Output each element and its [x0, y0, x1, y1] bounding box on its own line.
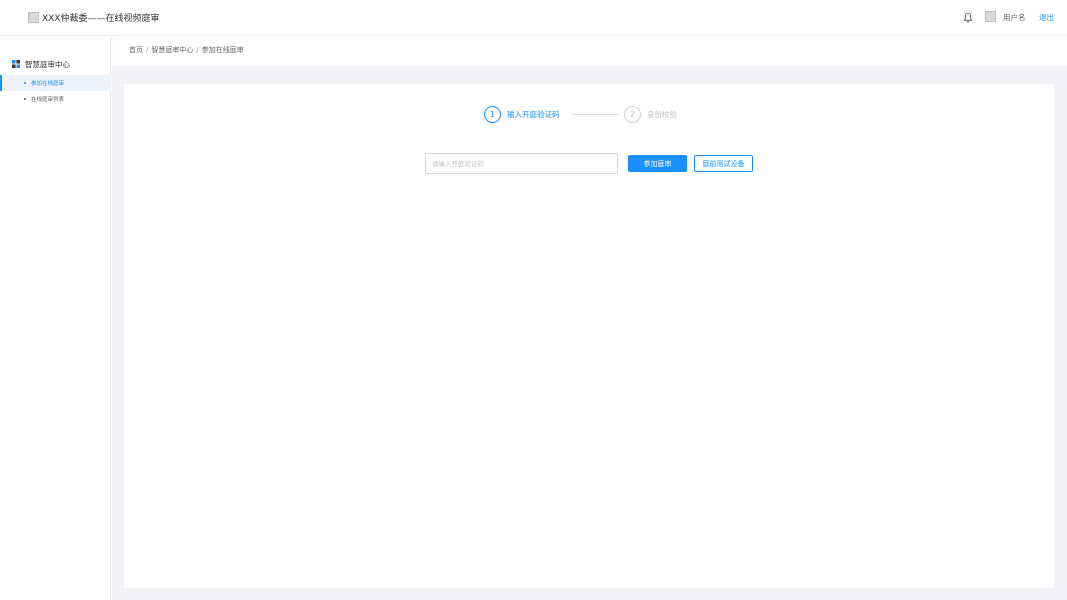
username: 用户名 — [1003, 13, 1026, 22]
avatar[interactable] — [985, 11, 996, 22]
breadcrumb-separator: / — [196, 46, 199, 54]
sidebar-item-label: 在线庭审列表 — [31, 97, 65, 103]
step-label: 输入开庭验证码 — [507, 109, 560, 119]
step-enter-code: 1 输入开庭验证码 — [484, 105, 560, 123]
step-identity-verification: 2 身份校验 — [624, 105, 677, 123]
join-trial-button[interactable]: 参加庭审 — [628, 155, 687, 172]
sidebar-group-smart-trial-center[interactable]: 智慧庭审中心 — [12, 58, 70, 70]
bullet-icon — [24, 82, 26, 84]
breadcrumb-current: 参加在线庭审 — [201, 46, 244, 54]
test-device-button[interactable]: 庭前测试设备 — [694, 155, 753, 172]
logout-link[interactable]: 退出 — [1039, 12, 1054, 23]
step-connector — [572, 114, 618, 115]
bullet-icon — [24, 98, 26, 100]
breadcrumb-home[interactable]: 首页 — [129, 46, 143, 54]
step-number: 1 — [484, 105, 501, 123]
sidebar-group-label: 智慧庭审中心 — [25, 59, 70, 69]
breadcrumb: 首页 / 智慧庭审中心 / 参加在线庭审 — [129, 45, 244, 55]
sidebar: 智慧庭审中心 参加在线庭审 在线庭审列表 — [0, 37, 111, 600]
trial-code-input[interactable] — [425, 153, 618, 174]
app-title: XXX仲裁委——在线视频庭审 — [42, 14, 160, 24]
step-label: 身份校验 — [647, 109, 677, 119]
bell-icon[interactable] — [963, 12, 973, 23]
logo-placeholder-icon — [28, 12, 39, 23]
grid-icon — [12, 60, 20, 68]
breadcrumb-smart-trial-center[interactable]: 智慧庭审中心 — [151, 46, 193, 54]
sidebar-item-label: 参加在线庭审 — [31, 81, 65, 87]
sidebar-item-online-trial-list[interactable]: 在线庭审列表 — [0, 91, 111, 107]
breadcrumb-separator: / — [146, 46, 149, 54]
sidebar-item-join-online-trial[interactable]: 参加在线庭审 — [0, 75, 111, 91]
top-bar: XXX仲裁委——在线视频庭审 用户名 退出 — [0, 0, 1067, 36]
step-number: 2 — [624, 105, 641, 123]
